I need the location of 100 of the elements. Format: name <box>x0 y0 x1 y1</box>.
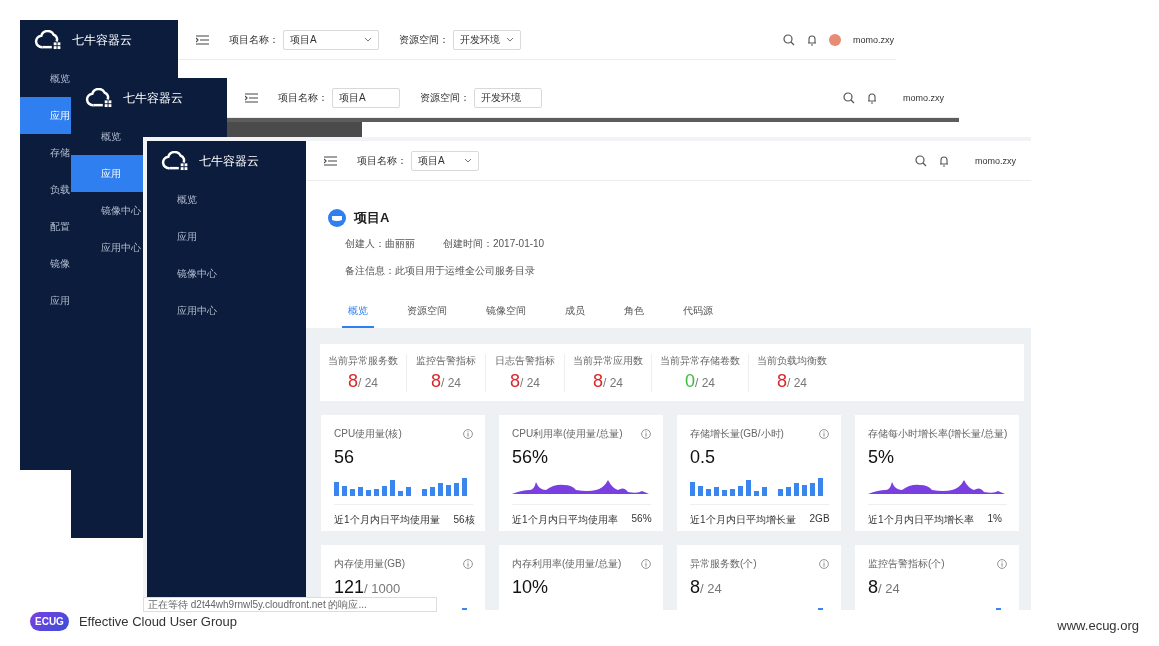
note-text: 备注信息：此项目用于运维全公司服务目录 <box>345 264 536 278</box>
stat-total: / 24 <box>520 375 540 390</box>
search-icon[interactable] <box>843 91 855 104</box>
tab[interactable]: 角色 <box>618 304 650 328</box>
tab[interactable]: 镜像空间 <box>480 304 532 328</box>
card-title: 监控告警指标(个) <box>868 557 945 571</box>
stat-label: 当前异常应用数 <box>573 353 643 368</box>
card-total: / 1000 <box>364 581 401 596</box>
menu-icon[interactable] <box>245 92 258 103</box>
card-total: / 24 <box>700 581 722 596</box>
footer-value: 56核 <box>453 513 475 527</box>
nav-item[interactable]: 应用中心 <box>147 292 306 329</box>
username[interactable]: momo.zxy <box>903 92 944 103</box>
stat-value: 8 <box>593 370 603 392</box>
footer-value: 2GB <box>809 513 830 526</box>
field-label: 项目名称： <box>357 153 407 168</box>
menu-icon[interactable] <box>196 34 209 45</box>
website-url: www.ecug.org <box>1057 618 1139 633</box>
footer-label: 近1个月内日平均使用量 <box>334 513 440 527</box>
nav-item[interactable]: 镜像 <box>20 245 71 282</box>
select-field[interactable]: 开发环境 <box>453 29 521 50</box>
nav-item[interactable]: 应用中心 <box>71 229 143 266</box>
cloud-logo-icon <box>161 151 189 171</box>
stat-label: 日志告警指标 <box>495 353 555 368</box>
card-value: 10% <box>512 577 549 598</box>
info-icon[interactable] <box>819 559 829 569</box>
project-title: 项目A <box>354 209 390 227</box>
card-value: 5% <box>868 447 894 468</box>
caret-icon <box>464 158 472 163</box>
org-name: Effective Cloud User Group <box>78 614 237 629</box>
card-value: 56% <box>512 447 549 468</box>
field-label: 资源空间： <box>399 32 449 47</box>
ecug-logo: ECUG <box>30 612 69 631</box>
nav-item[interactable]: 概览 <box>20 60 71 97</box>
card-value: 8 <box>690 577 700 598</box>
meta-text: 创建人：曲丽丽 <box>345 237 415 251</box>
caret-icon <box>506 37 514 42</box>
username[interactable]: momo.zxy <box>853 34 894 45</box>
stat-total: / 24 <box>695 375 715 390</box>
stat-label: 当前负载均衡数 <box>757 353 827 368</box>
tab[interactable]: 代码源 <box>677 304 719 328</box>
tab[interactable]: 成员 <box>559 304 591 328</box>
nav-item[interactable]: 存储 <box>20 134 71 171</box>
footer-value: 1% <box>987 513 1002 526</box>
meta-text: 创建时间：2017-01-10 <box>443 237 545 251</box>
search-icon[interactable] <box>783 33 795 46</box>
stat-value: 8 <box>348 370 358 392</box>
card-title: 存储每小时增长率(增长量/总量) <box>868 427 1008 441</box>
nav-item[interactable]: 配置 <box>20 208 71 245</box>
info-icon[interactable] <box>997 559 1007 569</box>
info-icon[interactable] <box>463 429 473 439</box>
info-icon[interactable] <box>463 559 473 569</box>
stat-total: / 24 <box>603 375 623 390</box>
nav-item[interactable]: 概览 <box>147 181 306 218</box>
nav-item[interactable]: 应用 <box>20 282 71 319</box>
nav-item[interactable]: 负载 <box>20 171 71 208</box>
stat-value: 8 <box>510 370 520 392</box>
card-title: 异常服务数(个) <box>690 557 757 571</box>
search-icon[interactable] <box>915 154 927 167</box>
card-title: 内存利用率(使用量/总量) <box>512 557 622 571</box>
input-field[interactable]: 开发环境 <box>474 87 542 108</box>
input-field[interactable]: 项目A <box>332 87 400 108</box>
nav-item[interactable]: 概览 <box>71 118 143 155</box>
nav-item[interactable]: 镜像中心 <box>71 192 143 229</box>
bell-icon[interactable] <box>939 154 949 167</box>
card-value: 56 <box>334 447 355 468</box>
stat-total: / 24 <box>787 375 807 390</box>
info-icon[interactable] <box>819 429 829 439</box>
card-title: CPU利用率(使用量/总量) <box>512 427 623 441</box>
info-icon[interactable] <box>641 559 651 569</box>
nav-item[interactable]: 应用 <box>71 155 143 192</box>
cloud-logo-icon <box>34 30 62 50</box>
app-name: 七牛容器云 <box>199 152 259 170</box>
select-field[interactable]: 项目A <box>411 150 479 171</box>
username[interactable]: momo.zxy <box>975 155 1016 166</box>
footer-value: 56% <box>631 513 652 526</box>
stat-value: 8 <box>431 370 441 392</box>
app-name: 七牛容器云 <box>123 89 183 107</box>
stat-value: 0 <box>685 370 695 392</box>
nav-item[interactable]: 应用 <box>20 97 71 134</box>
stat-label: 监控告警指标 <box>416 353 476 368</box>
select-field[interactable]: 项目A <box>283 29 379 50</box>
nav-item[interactable]: 镜像中心 <box>147 255 306 292</box>
info-icon[interactable] <box>641 429 651 439</box>
stat-total: / 24 <box>441 375 461 390</box>
bell-icon[interactable] <box>807 33 817 46</box>
nav-item[interactable]: 应用 <box>147 218 306 255</box>
project-icon <box>328 209 346 227</box>
card-value: 121 <box>334 577 365 598</box>
menu-icon[interactable] <box>324 155 337 166</box>
card-title: 内存使用量(GB) <box>334 557 406 571</box>
field-label: 项目名称： <box>278 90 328 105</box>
stat-total: / 24 <box>358 375 378 390</box>
status-bar: 正在等待 d2t44wh9rnwl5y.cloudfront.net 的响应... <box>143 597 437 612</box>
tab[interactable]: 资源空间 <box>401 304 453 328</box>
card-title: CPU使用量(核) <box>334 427 402 441</box>
bell-icon[interactable] <box>867 91 877 104</box>
caret-icon <box>364 37 372 42</box>
card-value: 0.5 <box>690 447 716 468</box>
footer-label: 近1个月内日平均增长率 <box>868 513 974 527</box>
